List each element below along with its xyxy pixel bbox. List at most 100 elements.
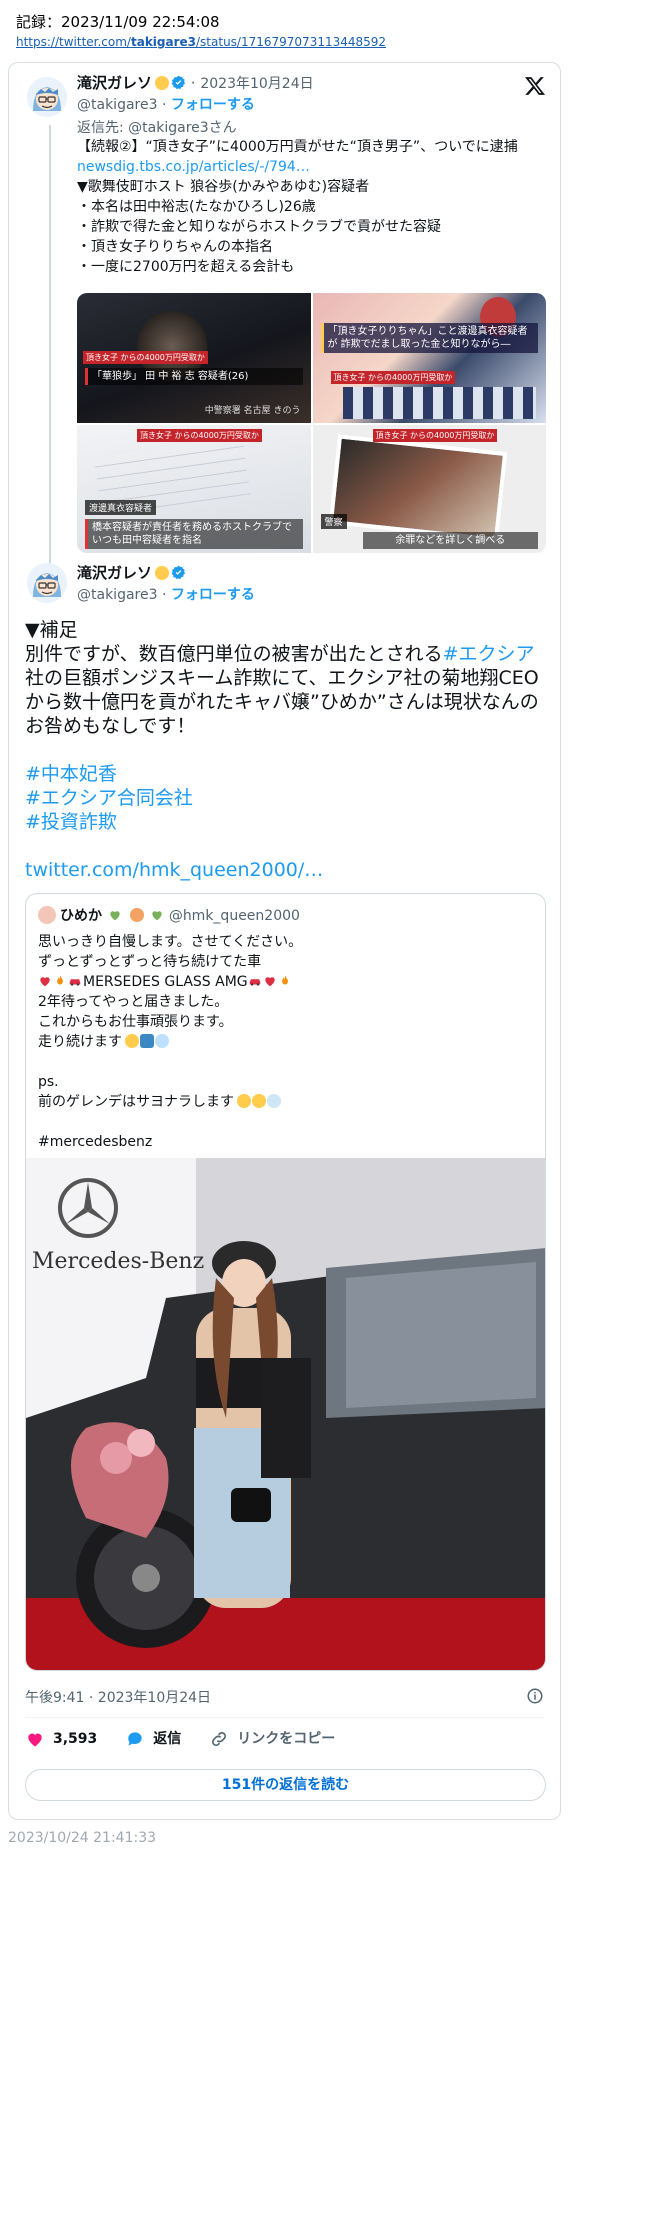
read-replies-button[interactable]: 151件の返信を読む: [25, 1769, 546, 1801]
news-location: 中警察署 名古屋 きのう: [204, 406, 301, 416]
news-name-tag: 警察: [320, 514, 347, 529]
footer-date: 2023/10/24 21:41:33: [8, 1830, 157, 1846]
tweet1-line: ・詐欺で得た金と知りながらホストクラブで貢がせた容疑: [77, 219, 441, 235]
media-image-news-2[interactable]: 「頂き女子りりちゃん」こと渡邊真衣容疑者が 詐欺でだまし取った金と知りながら― …: [312, 293, 546, 423]
follow-button[interactable]: フォローする: [171, 97, 255, 113]
author-handle[interactable]: @takigare3: [77, 97, 158, 113]
quote-author-name: ひめか: [60, 908, 102, 924]
timestamp[interactable]: 午後9:41 · 2023年10月24日: [25, 1687, 211, 1707]
like-button[interactable]: 3,593: [25, 1729, 97, 1749]
author-name[interactable]: 滝沢ガレソ: [77, 74, 152, 92]
quote-line: ずっとずっとずっと待ち続けてた車: [38, 954, 262, 970]
news-caption: 「頂き女子りりちゃん」こと渡邊真衣容疑者が 詐欺でだまし取った金と知りながら―: [320, 323, 538, 353]
neutral-emoji-icon: [252, 1094, 266, 1108]
backdrop-shape: [342, 387, 536, 419]
tweet2-name-row: 滝沢ガレソ: [77, 563, 186, 583]
x-logo-icon[interactable]: [524, 75, 546, 97]
avatar[interactable]: [27, 563, 67, 603]
author-name[interactable]: 滝沢ガレソ: [77, 564, 152, 582]
divider: [25, 1717, 544, 1718]
fire-icon: [57, 975, 63, 985]
info-icon[interactable]: [526, 1687, 544, 1705]
reply-label: 返信: [153, 1731, 182, 1747]
quote-line: ps.: [38, 1074, 59, 1090]
news-caption: 余罪などを詳しく調べる: [362, 532, 538, 549]
news-tag: 頂き女子 からの4000万円受取か: [83, 351, 208, 364]
tweet1-date[interactable]: 2023年10月24日: [200, 76, 313, 92]
red-heart-icon: [264, 977, 275, 987]
action-bar: 3,593 返信 リンクをコピー: [25, 1729, 335, 1749]
news-caption: 「華狼歩」 田 中 裕 志 容疑者(26): [85, 368, 303, 385]
car-icon: [249, 979, 260, 986]
copy-link-label: リンクをコピー: [237, 1731, 336, 1747]
hashtag-link[interactable]: #中本妃香: [25, 763, 117, 785]
record-url[interactable]: https://twitter.com/takigare3/status/171…: [16, 34, 646, 50]
car-icon: [69, 979, 81, 986]
record-header: 記録：2023/11/09 22:54:08 https://twitter.c…: [16, 12, 646, 50]
quote-line: [38, 1052, 533, 1072]
tweet2-handle-row: @takigare3 · フォローする: [77, 587, 255, 603]
verified-badge-icon: [171, 75, 186, 90]
green-heart-icon: [110, 911, 121, 921]
hashtag-link[interactable]: #エクシア合同会社: [25, 787, 193, 809]
quote-author-handle: @hmk_queen2000: [168, 908, 300, 924]
sparkle-emoji-icon: [155, 76, 170, 90]
hashtag-link[interactable]: #投資詐欺: [25, 811, 117, 833]
smile-emoji-icon: [237, 1094, 251, 1108]
green-heart-icon: [152, 911, 163, 921]
follow-button[interactable]: フォローする: [171, 587, 255, 603]
avatar-illustration-icon: [27, 563, 67, 603]
dash-icon: [155, 1034, 169, 1048]
avatar[interactable]: [27, 77, 67, 117]
news-tag: 頂き女子 からの4000万円受取か: [330, 371, 456, 384]
tweet1-link[interactable]: newsdig.tbs.co.jp/articles/-/794…: [77, 157, 547, 177]
thread-line: [49, 125, 51, 585]
quote-line: これからもお仕事頑張ります。: [38, 1014, 233, 1030]
speech-bubble-icon: [267, 1094, 281, 1108]
news-tag: 頂き女子 からの4000万円受取か: [372, 429, 498, 442]
reply-button[interactable]: 返信: [125, 1729, 181, 1749]
record-title: 記録：2023/11/09 22:54:08: [16, 13, 220, 31]
quoted-tweet[interactable]: ひめか @hmk_queen2000 思いっきり自慢します。させてください。 ず…: [25, 893, 546, 1671]
mercedes-brand-text: Mercedes-Benz: [32, 1249, 204, 1274]
photo-shape: [328, 434, 507, 542]
like-count: 3,593: [53, 1731, 98, 1747]
author-handle[interactable]: @takigare3: [77, 587, 158, 603]
quote-avatar: [38, 906, 56, 924]
heart-icon: [28, 1733, 42, 1747]
tweet-embed-card: 滝沢ガレソ · 2023年10月24日 @takigare3 · フォローする …: [8, 62, 561, 1820]
tweet1-line: ▼歌舞伎町ホスト 狼谷歩(かみやあゆむ)容疑者: [77, 179, 370, 195]
tweet2-heading: ▼補足: [25, 619, 78, 641]
link-icon: [212, 1732, 227, 1746]
media-image-news-4[interactable]: 頂き女子 からの4000万円受取か 警察 余罪などを詳しく調べる: [312, 425, 546, 553]
quote-line: [38, 1112, 533, 1132]
quote-line: #mercedesbenz: [38, 1134, 153, 1150]
quote-line: 前のゲレンデはサヨナラします: [38, 1092, 533, 1112]
quote-body: 思いっきり自慢します。させてください。 ずっとずっとずっと待ち続けてた車 MER…: [38, 932, 533, 1152]
media-image-news-3[interactable]: 渡邊真衣容疑者 頂き女子 からの4000万円受取か 橋本容疑者が責任者を務めるホ…: [77, 425, 311, 553]
person-emoji-icon: [129, 908, 144, 922]
reply-bubble-icon: [128, 1732, 142, 1746]
quote-line: MERSEDES GLASS AMG: [38, 972, 533, 992]
avatar-illustration-icon: [27, 77, 67, 117]
tweet1-line: ・一度に2700万円を超える会計も: [77, 259, 295, 275]
tweet1-line: ・頂き女子りりちゃんの本指名: [77, 239, 273, 255]
quote-photo[interactable]: Mercedes-Benz: [26, 1158, 546, 1671]
quote-line: 思いっきり自慢します。させてください。: [38, 934, 303, 950]
tweet1-media-grid[interactable]: 頂き女子 からの4000万円受取か 「華狼歩」 田 中 裕 志 容疑者(26) …: [77, 293, 546, 553]
hashtag-link[interactable]: #エクシア: [443, 643, 535, 665]
tweet1-line: ・本名は田中裕志(たなかひろし)26歳: [77, 199, 316, 215]
tweet1-body: 【続報②】“頂き女子”に4000万円貢がせた“頂き男子”、ついでに逮捕 news…: [77, 137, 547, 277]
red-heart-icon: [40, 977, 50, 987]
quote-line: 走り続けます: [38, 1032, 533, 1052]
tweet1-handle-row: @takigare3 · フォローする: [77, 97, 255, 113]
quoted-tweet-link[interactable]: twitter.com/hmk_queen2000/…: [25, 859, 323, 881]
copy-link-button[interactable]: リンクをコピー: [209, 1729, 335, 1749]
verified-badge-icon: [171, 565, 186, 580]
media-image-news-1[interactable]: 頂き女子 からの4000万円受取か 「華狼歩」 田 中 裕 志 容疑者(26) …: [77, 293, 311, 423]
reply-to: 返信先: @takigare3さん: [77, 120, 237, 136]
news-tag: 頂き女子 からの4000万円受取か: [137, 429, 262, 442]
fire-icon: [281, 975, 288, 985]
news-name-tag: 渡邊真衣容疑者: [85, 500, 157, 515]
quote-line: 2年待ってやっと届きました。: [38, 994, 229, 1010]
